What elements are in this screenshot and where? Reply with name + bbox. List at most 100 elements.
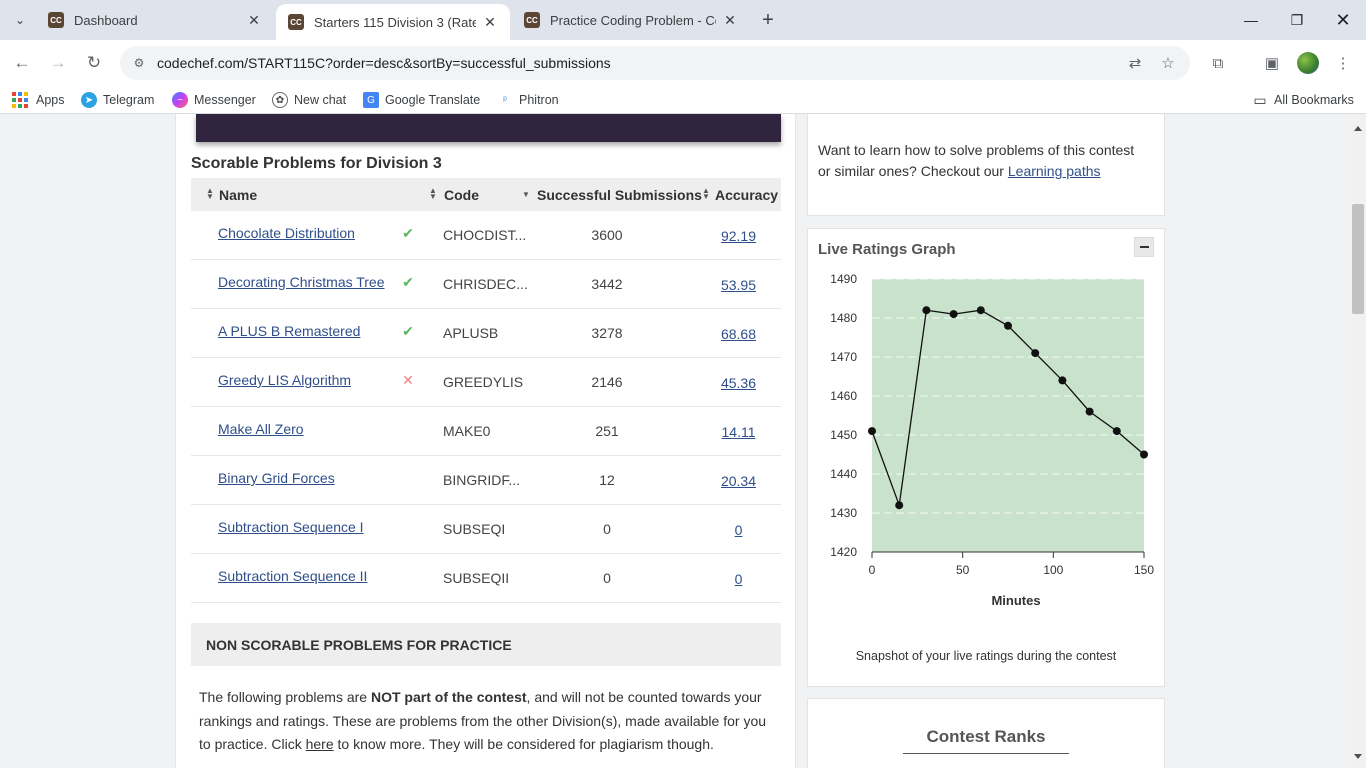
problem-name-link[interactable]: Greedy LIS Algorithm <box>218 372 351 388</box>
bookmark-telegram[interactable]: ➤ Telegram <box>81 92 154 108</box>
apps-grid-icon <box>12 92 28 108</box>
accuracy-link[interactable]: 92.19 <box>696 228 781 244</box>
learning-paths-link[interactable]: Learning paths <box>1008 163 1101 179</box>
problem-name-link[interactable]: Chocolate Distribution <box>218 225 355 241</box>
accuracy-link[interactable]: 14.11 <box>696 424 781 440</box>
table-row: Subtraction Sequence I SUBSEQI 0 0 <box>191 505 781 554</box>
table-row: A PLUS B Remastered ✔ APLUSB 3278 68.68 <box>191 309 781 358</box>
bookmarks-bar: Apps ➤ Telegram ~ Messenger ✿ New chat G… <box>0 86 1366 114</box>
data-point <box>949 310 958 319</box>
codechef-favicon-icon: CC <box>48 12 64 28</box>
accuracy-link[interactable]: 0 <box>696 571 781 587</box>
tab-dashboard[interactable]: CC Dashboard ✕ <box>36 0 274 40</box>
problem-name-link[interactable]: Subtraction Sequence I <box>218 519 364 535</box>
learning-card: Want to learn how to solve problems of t… <box>807 114 1165 216</box>
scroll-down-arrow-icon[interactable] <box>1354 754 1362 759</box>
bookmark-label: Google Translate <box>385 93 481 107</box>
accuracy-link[interactable]: 0 <box>696 522 781 538</box>
tab-search-chevron-icon[interactable]: ⌄ <box>8 8 32 32</box>
scroll-up-arrow-icon[interactable] <box>1354 126 1362 131</box>
close-icon[interactable]: ✕ <box>482 14 498 31</box>
accuracy-link[interactable]: 20.34 <box>696 473 781 489</box>
here-link[interactable]: here <box>306 736 334 752</box>
folder-icon: ▭ <box>1253 91 1267 108</box>
url-text[interactable]: codechef.com/START115C?order=desc&sortBy… <box>157 55 611 71</box>
all-bookmarks[interactable]: ▭ All Bookmarks <box>1252 92 1354 108</box>
site-info-tune-icon[interactable]: ⚙ <box>130 54 148 72</box>
sort-icon[interactable]: ▲ ▼ <box>206 187 214 201</box>
bookmark-messenger[interactable]: ~ Messenger <box>172 92 256 108</box>
non-scorable-title: NON SCORABLE PROBLEMS FOR PRACTICE <box>206 637 512 653</box>
side-panel-icon[interactable]: ▣ <box>1261 52 1283 74</box>
back-arrow-icon[interactable]: ← <box>10 51 34 75</box>
minimize-icon[interactable]: — <box>1228 0 1274 40</box>
page-scrollbar[interactable] <box>1350 114 1366 768</box>
y-tick-label: 1470 <box>830 350 857 364</box>
successful-submissions: 12 <box>599 472 615 488</box>
bookmark-label: New chat <box>294 93 347 107</box>
contest-ranks-title: Contest Ranks <box>926 727 1046 746</box>
profile-avatar[interactable] <box>1297 52 1319 74</box>
problem-name-link[interactable]: Make All Zero <box>218 421 304 437</box>
minus-icon <box>1139 246 1149 248</box>
problem-name-link[interactable]: Binary Grid Forces <box>218 470 335 486</box>
close-icon[interactable]: ✕ <box>722 12 738 29</box>
restore-icon[interactable]: ❐ <box>1274 0 1320 40</box>
header-code[interactable]: Code <box>444 187 479 203</box>
problem-name-link[interactable]: A PLUS B Remastered <box>218 323 360 339</box>
collapse-button[interactable] <box>1134 237 1154 257</box>
address-bar[interactable]: ⚙ codechef.com/START115C?order=desc&sort… <box>120 46 1190 80</box>
problems-panel: Scorable Problems for Division 3 ▲ ▼ Name… <box>175 114 796 768</box>
tab-practice-problem[interactable]: CC Practice Coding Problem - Code ✕ <box>512 0 750 40</box>
bookmark-google-translate[interactable]: G Google Translate <box>363 92 480 108</box>
window-close-icon[interactable]: ✕ <box>1320 0 1366 40</box>
bookmark-label: Apps <box>36 93 65 107</box>
scrollbar-thumb[interactable] <box>1352 204 1364 314</box>
table-row: Subtraction Sequence II SUBSEQII 0 0 <box>191 554 781 603</box>
codechef-favicon-icon: CC <box>524 12 540 28</box>
x-axis-label: Minutes <box>991 593 1040 608</box>
page-viewport: Scorable Problems for Division 3 ▲ ▼ Name… <box>0 114 1350 768</box>
new-tab-plus-icon[interactable]: + <box>756 8 780 32</box>
bookmark-apps[interactable]: Apps <box>12 92 65 108</box>
non-scorable-text-bold: NOT part of the contest <box>370 689 527 705</box>
bookmark-star-icon[interactable]: ☆ <box>1158 53 1178 73</box>
table-row: Greedy LIS Algorithm ✕ GREEDYLIS 2146 45.36 <box>191 358 781 407</box>
browser-toolbar: ← → ↻ ⚙ codechef.com/START115C?order=des… <box>0 40 1366 86</box>
non-scorable-description: The following problems are NOT part of t… <box>199 686 779 757</box>
sort-icon[interactable]: ▲ ▼ <box>702 187 710 201</box>
accuracy-link[interactable]: 45.36 <box>696 375 781 391</box>
sort-icon[interactable]: ▲ ▼ <box>429 187 437 201</box>
header-accuracy[interactable]: Accuracy <box>715 187 778 203</box>
data-point <box>1112 427 1121 436</box>
bookmark-phitron[interactable]: ᵖ Phitron <box>497 92 559 108</box>
bookmark-label: Telegram <box>103 93 155 107</box>
tab-strip: ⌄ CC Dashboard ✕ CC Starters 115 Divisio… <box>0 0 1366 40</box>
successful-submissions: 3600 <box>591 227 623 243</box>
header-name[interactable]: Name <box>219 187 257 203</box>
accuracy-link[interactable]: 68.68 <box>696 326 781 342</box>
reload-icon[interactable]: ↻ <box>82 51 106 75</box>
header-successful-submissions[interactable]: Successful Submissions <box>537 187 702 203</box>
contest-ranks-card: Contest Ranks <box>807 698 1165 768</box>
chatgpt-icon: ✿ <box>272 92 288 108</box>
sort-desc-icon[interactable]: ▼ <box>522 191 530 199</box>
y-tick-label: 1450 <box>830 428 857 442</box>
close-icon[interactable]: ✕ <box>246 12 262 29</box>
forward-arrow-icon[interactable]: → <box>46 51 70 75</box>
successful-submissions: 2146 <box>591 374 623 390</box>
data-point <box>1140 450 1148 459</box>
contest-banner <box>196 114 781 142</box>
extensions-puzzle-icon[interactable]: ⧉ <box>1207 52 1229 74</box>
tab-starters-115[interactable]: CC Starters 115 Division 3 (Rated) C ✕ <box>276 4 510 40</box>
problem-name-link[interactable]: Subtraction Sequence II <box>218 568 367 584</box>
problem-name-link[interactable]: Decorating Christmas Tree <box>218 274 385 290</box>
translate-page-icon[interactable]: ⇄ <box>1125 53 1145 73</box>
more-menu-icon[interactable]: ⋮ <box>1332 52 1354 74</box>
scorable-problems-title: Scorable Problems for Division 3 <box>191 155 442 172</box>
graph-caption: Snapshot of your live ratings during the… <box>855 649 1117 663</box>
problem-code: CHOCDIST... <box>443 227 527 243</box>
accuracy-link[interactable]: 53.95 <box>696 277 781 293</box>
plot-background <box>872 279 1144 552</box>
bookmark-new-chat[interactable]: ✿ New chat <box>272 92 346 108</box>
